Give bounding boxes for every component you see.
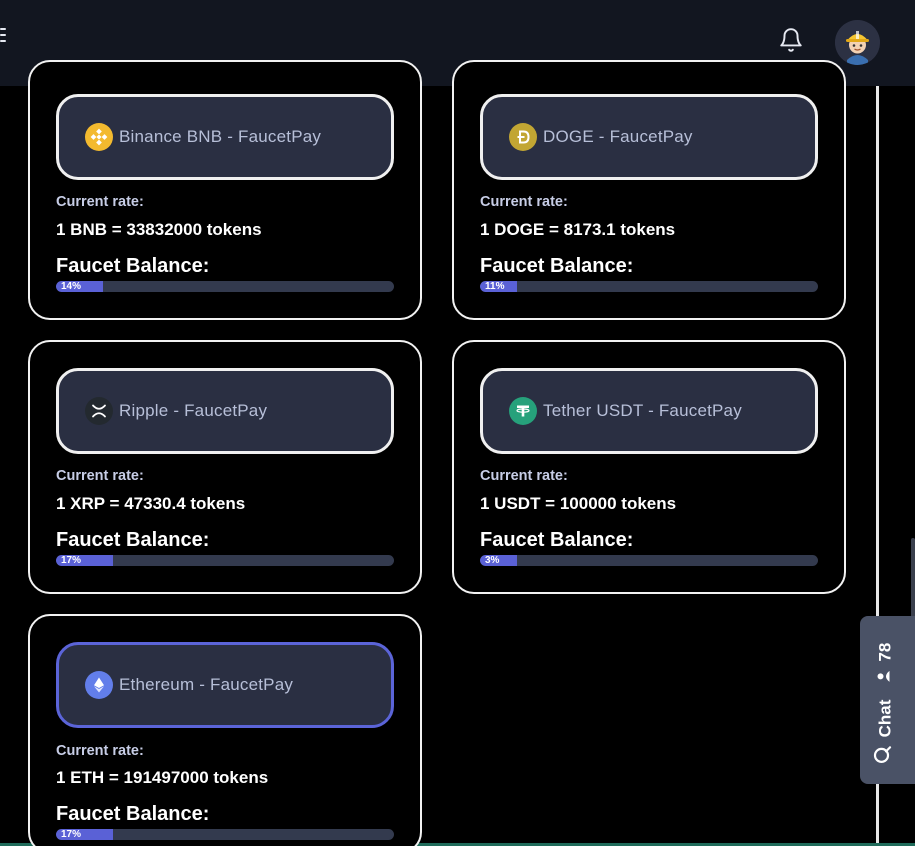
balance-bar-fill: 3% bbox=[480, 555, 518, 566]
balance-bar: 17% bbox=[56, 829, 394, 840]
coin-card-doge: DOGE - FaucetPay Current rate: 1 DOGE = … bbox=[452, 60, 846, 320]
balance-bar-fill: 14% bbox=[56, 281, 104, 292]
usdt-icon bbox=[509, 397, 537, 425]
coin-card-xrp: Ripple - FaucetPay Current rate: 1 XRP =… bbox=[28, 340, 422, 594]
coin-card-eth: Ethereum - FaucetPay Current rate: 1 ETH… bbox=[28, 614, 422, 846]
coin-button-xrp[interactable]: Ripple - FaucetPay bbox=[56, 368, 394, 454]
coin-name: Tether USDT - FaucetPay bbox=[543, 401, 742, 420]
balance-percent: 17% bbox=[61, 555, 82, 566]
rate-value: 1 DOGE = 8173.1 tokens bbox=[480, 220, 676, 239]
rate-label: Current rate: bbox=[56, 468, 144, 484]
chat-tab[interactable]: Chat 78 bbox=[860, 616, 915, 784]
eth-icon bbox=[85, 671, 113, 699]
chat-icon bbox=[873, 745, 898, 765]
rate-label: Current rate: bbox=[480, 194, 568, 210]
balance-percent: 14% bbox=[61, 281, 82, 292]
balance-bar-fill: 17% bbox=[56, 829, 114, 840]
user-icon bbox=[875, 670, 895, 684]
balance-label: Faucet Balance: bbox=[480, 529, 634, 551]
balance-bar: 3% bbox=[480, 555, 818, 566]
balance-label: Faucet Balance: bbox=[480, 255, 634, 277]
menu-icon[interactable] bbox=[0, 28, 6, 44]
coin-card-usdt: Tether USDT - FaucetPay Current rate: 1 … bbox=[452, 340, 846, 594]
rate-value: 1 USDT = 100000 tokens bbox=[480, 494, 677, 513]
balance-percent: 11% bbox=[485, 281, 505, 292]
coin-button-eth[interactable]: Ethereum - FaucetPay bbox=[56, 642, 394, 728]
rate-label: Current rate: bbox=[56, 743, 144, 759]
coin-name: Ethereum - FaucetPay bbox=[119, 675, 294, 694]
bnb-icon bbox=[85, 123, 113, 151]
balance-label: Faucet Balance: bbox=[56, 255, 210, 277]
coin-name: Binance BNB - FaucetPay bbox=[119, 127, 322, 146]
balance-label: Faucet Balance: bbox=[56, 529, 210, 551]
balance-bar: 14% bbox=[56, 281, 394, 292]
coin-card-bnb: Binance BNB - FaucetPay Current rate: 1 … bbox=[28, 60, 422, 320]
balance-percent: 17% bbox=[61, 829, 82, 840]
xrp-icon bbox=[85, 397, 113, 425]
coin-name: DOGE - FaucetPay bbox=[543, 127, 693, 146]
rate-value: 1 ETH = 191497000 tokens bbox=[56, 768, 269, 787]
coin-button-bnb[interactable]: Binance BNB - FaucetPay bbox=[56, 94, 394, 180]
rate-value: 1 BNB = 33832000 tokens bbox=[56, 220, 262, 239]
coin-button-usdt[interactable]: Tether USDT - FaucetPay bbox=[480, 368, 818, 454]
coin-button-doge[interactable]: DOGE - FaucetPay bbox=[480, 94, 818, 180]
rate-label: Current rate: bbox=[56, 194, 144, 210]
chat-label: Chat bbox=[875, 699, 894, 738]
doge-icon bbox=[509, 123, 537, 151]
bell-icon[interactable] bbox=[778, 27, 804, 53]
balance-bar-fill: 17% bbox=[56, 555, 114, 566]
balance-label: Faucet Balance: bbox=[56, 803, 210, 825]
rate-value: 1 XRP = 47330.4 tokens bbox=[56, 494, 246, 513]
rate-label: Current rate: bbox=[480, 468, 568, 484]
online-count: 78 bbox=[875, 642, 894, 662]
avatar-icon[interactable] bbox=[835, 20, 880, 65]
balance-percent: 3% bbox=[485, 555, 500, 566]
balance-bar: 11% bbox=[480, 281, 818, 292]
balance-bar-fill: 11% bbox=[480, 281, 518, 292]
balance-bar: 17% bbox=[56, 555, 394, 566]
coin-name: Ripple - FaucetPay bbox=[119, 401, 268, 420]
